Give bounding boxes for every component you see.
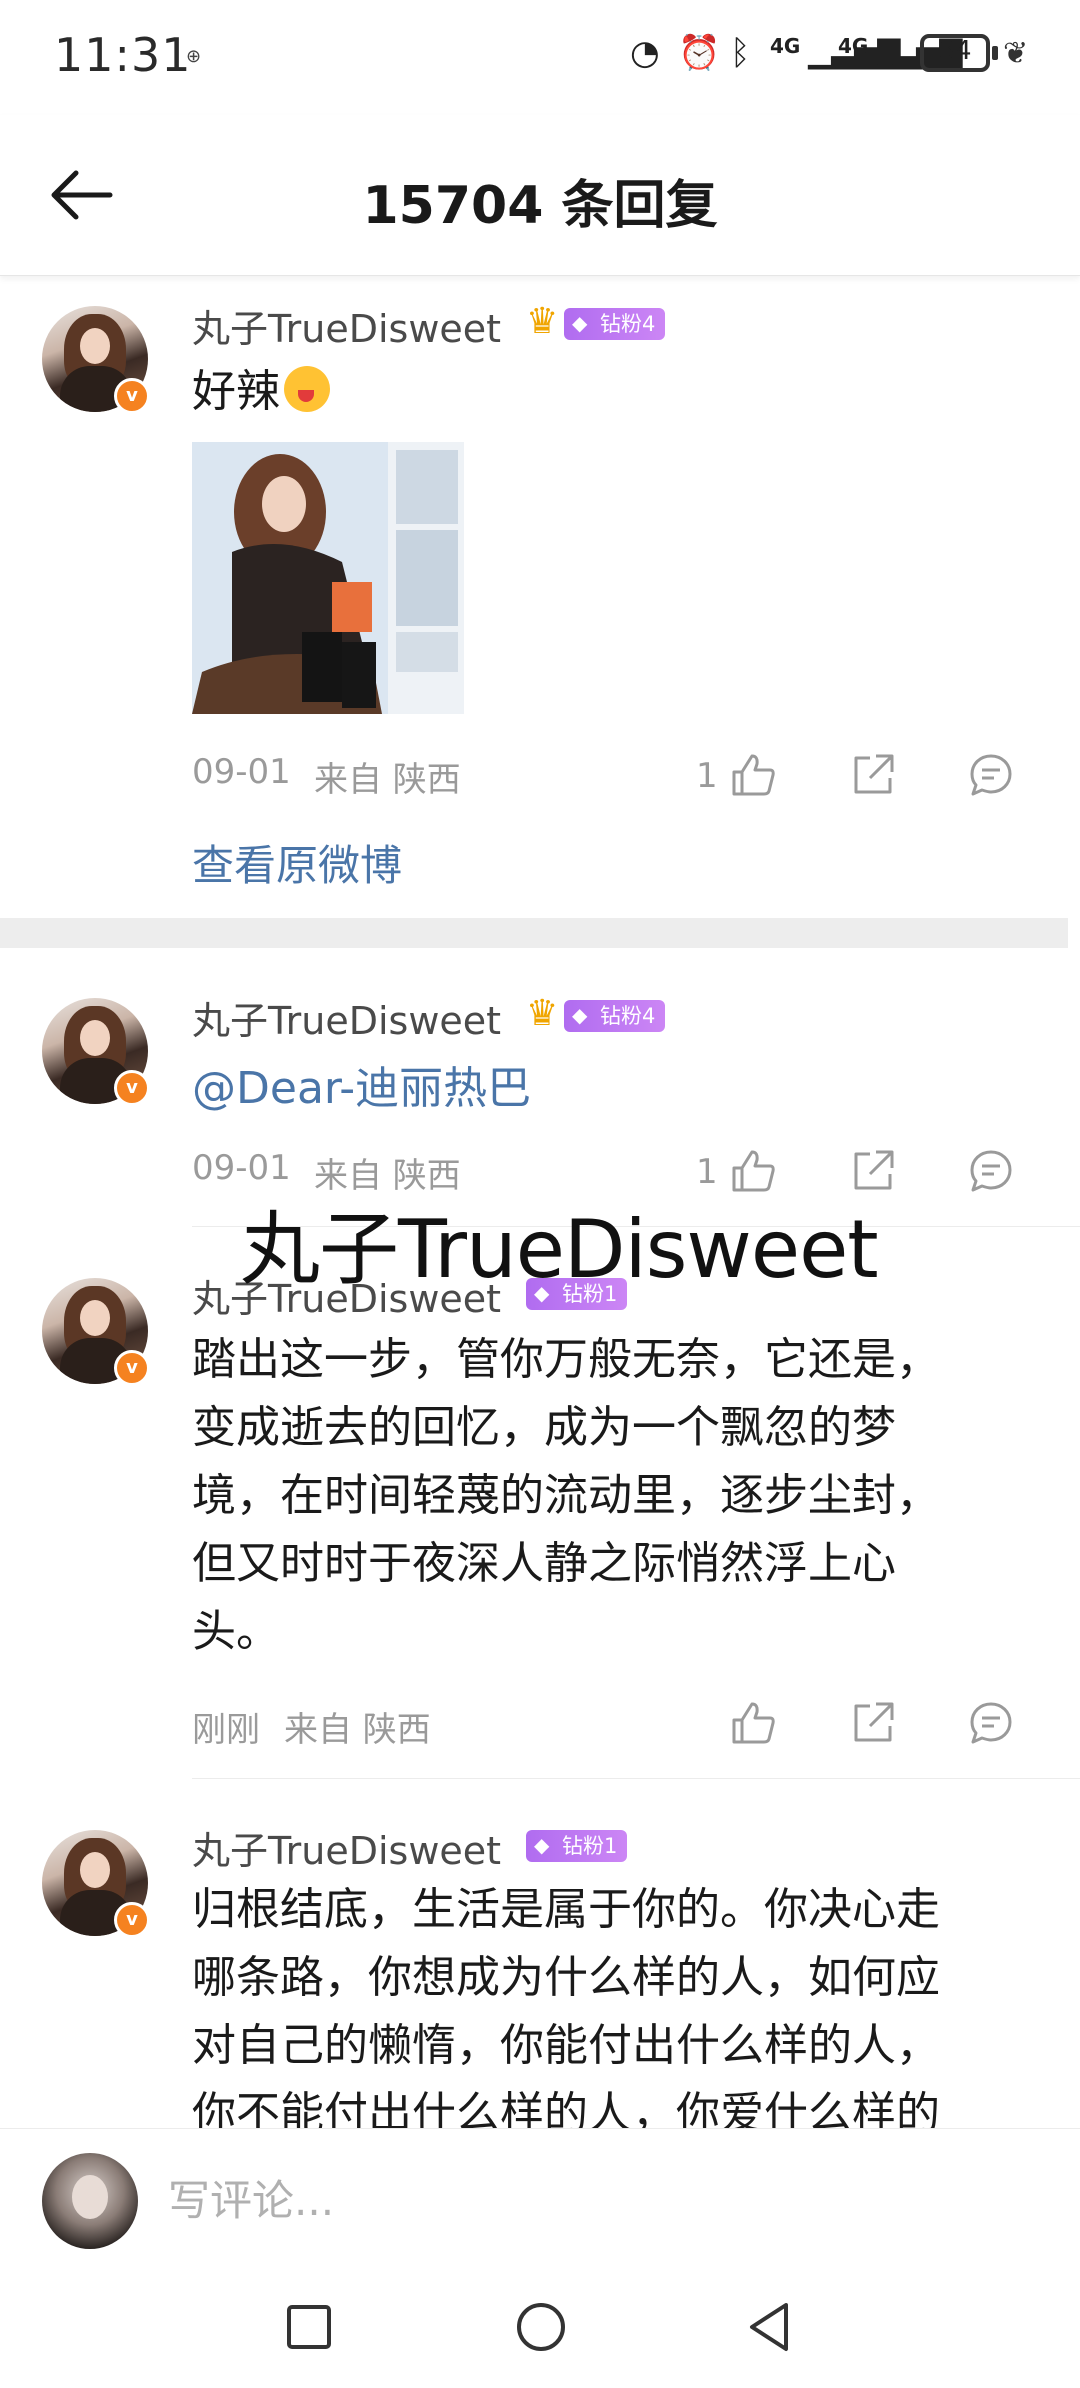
fan-badge: ◆ 钻粉4 bbox=[564, 308, 666, 340]
battery-icon: 34 bbox=[920, 34, 990, 72]
diamond-icon: ◆ bbox=[534, 1833, 550, 1857]
status-time: 11:31 bbox=[54, 28, 192, 82]
share-button[interactable] bbox=[850, 1700, 896, 1746]
reply-button[interactable] bbox=[968, 1700, 1014, 1746]
top-app-bar: 15704 条回复 bbox=[0, 115, 1080, 276]
diamond-icon: ◆ bbox=[572, 1003, 588, 1027]
thumbs-up-icon bbox=[732, 1702, 775, 1744]
battery-cap bbox=[992, 46, 998, 60]
comment-icon bbox=[970, 754, 1012, 796]
comment-icon bbox=[970, 1150, 1012, 1192]
status-bar: 11:31 ⊕ ◔ ⏰ ᛒ 4G ▁▃▅▇ 4G ▁▃▅▇ 34 ❦ bbox=[0, 0, 1080, 115]
reply-button[interactable] bbox=[968, 752, 1014, 798]
like-count: 1 bbox=[696, 756, 718, 796]
square-icon bbox=[287, 2305, 331, 2349]
share-icon bbox=[854, 754, 894, 794]
comment-text: 踏出这一步，管你万般无奈，它还是， 变成逝去的回忆，成为一个飘忽的梦 境，在时间… bbox=[192, 1334, 940, 1657]
verified-v-icon: v bbox=[114, 1070, 150, 1106]
verified-v-icon: v bbox=[114, 1350, 150, 1386]
alarm-icon: ⏰ bbox=[678, 33, 721, 73]
comment-image[interactable] bbox=[192, 442, 464, 714]
circle-icon bbox=[517, 2303, 565, 2351]
mention-link[interactable]: @Dear-迪丽热巴 bbox=[192, 1052, 531, 1116]
battery-level: 34 bbox=[938, 36, 972, 66]
photo-illustration bbox=[192, 442, 464, 714]
watermark-text: 丸子TrueDisweet bbox=[240, 1203, 879, 1296]
recents-button[interactable] bbox=[284, 2302, 334, 2356]
notification-icon: ⊕ bbox=[186, 46, 202, 67]
comment-bar: 写评论... bbox=[0, 2128, 1080, 2269]
view-original-link[interactable]: 查看原微博 bbox=[192, 832, 402, 893]
comment-text: 好辣 bbox=[192, 358, 330, 426]
fan-badge: ◆ 钻粉1 bbox=[526, 1830, 628, 1862]
power-saving-icon: ❦ bbox=[1003, 36, 1029, 71]
username[interactable]: 丸子TrueDisweet bbox=[192, 1820, 501, 1875]
fan-badge: ◆ 钻粉4 bbox=[564, 1000, 666, 1032]
home-button[interactable] bbox=[514, 2300, 568, 2358]
network-type-1: 4G bbox=[770, 34, 801, 58]
thumbs-up-icon bbox=[732, 754, 775, 796]
my-avatar[interactable] bbox=[42, 2153, 138, 2249]
bluetooth-icon: ᛒ bbox=[730, 33, 751, 73]
comment-location: 来自 陕西 bbox=[314, 760, 461, 800]
comment-date: 刚刚 bbox=[192, 1710, 260, 1750]
username[interactable]: 丸子TrueDisweet bbox=[192, 298, 501, 353]
row-divider bbox=[192, 1778, 1080, 1779]
username[interactable]: 丸子TrueDisweet bbox=[192, 990, 501, 1045]
like-button[interactable] bbox=[730, 1700, 776, 1746]
data-saver-icon: ◔ bbox=[630, 33, 660, 73]
verified-v-icon: v bbox=[114, 1902, 150, 1938]
network-type-2: 4G bbox=[838, 34, 869, 58]
like-button[interactable] bbox=[730, 752, 776, 798]
section-divider bbox=[0, 918, 1068, 948]
comment-input[interactable]: 写评论... bbox=[168, 2167, 334, 2228]
reply-button[interactable] bbox=[968, 1148, 1014, 1194]
diamond-icon: ◆ bbox=[572, 311, 588, 335]
back-nav-button[interactable] bbox=[744, 2300, 794, 2358]
triangle-back-icon bbox=[750, 2303, 788, 2351]
share-icon bbox=[854, 1702, 894, 1742]
comment-icon bbox=[970, 1702, 1012, 1744]
comment-location: 来自 陕西 bbox=[284, 1710, 431, 1750]
share-button[interactable] bbox=[850, 752, 896, 798]
comment-date: 09-01 bbox=[192, 752, 291, 792]
system-nav-bar bbox=[0, 2268, 1080, 2388]
verified-v-icon: v bbox=[114, 378, 150, 414]
emoji-icon bbox=[284, 366, 330, 412]
comment-text: 归根结底，生活是属于你的。你决心走 哪条路，你想成为什么样的人，如何应 对自己的… bbox=[192, 1884, 940, 2128]
page-title: 15704 条回复 bbox=[362, 176, 718, 236]
comment-date: 09-01 bbox=[192, 1148, 291, 1188]
